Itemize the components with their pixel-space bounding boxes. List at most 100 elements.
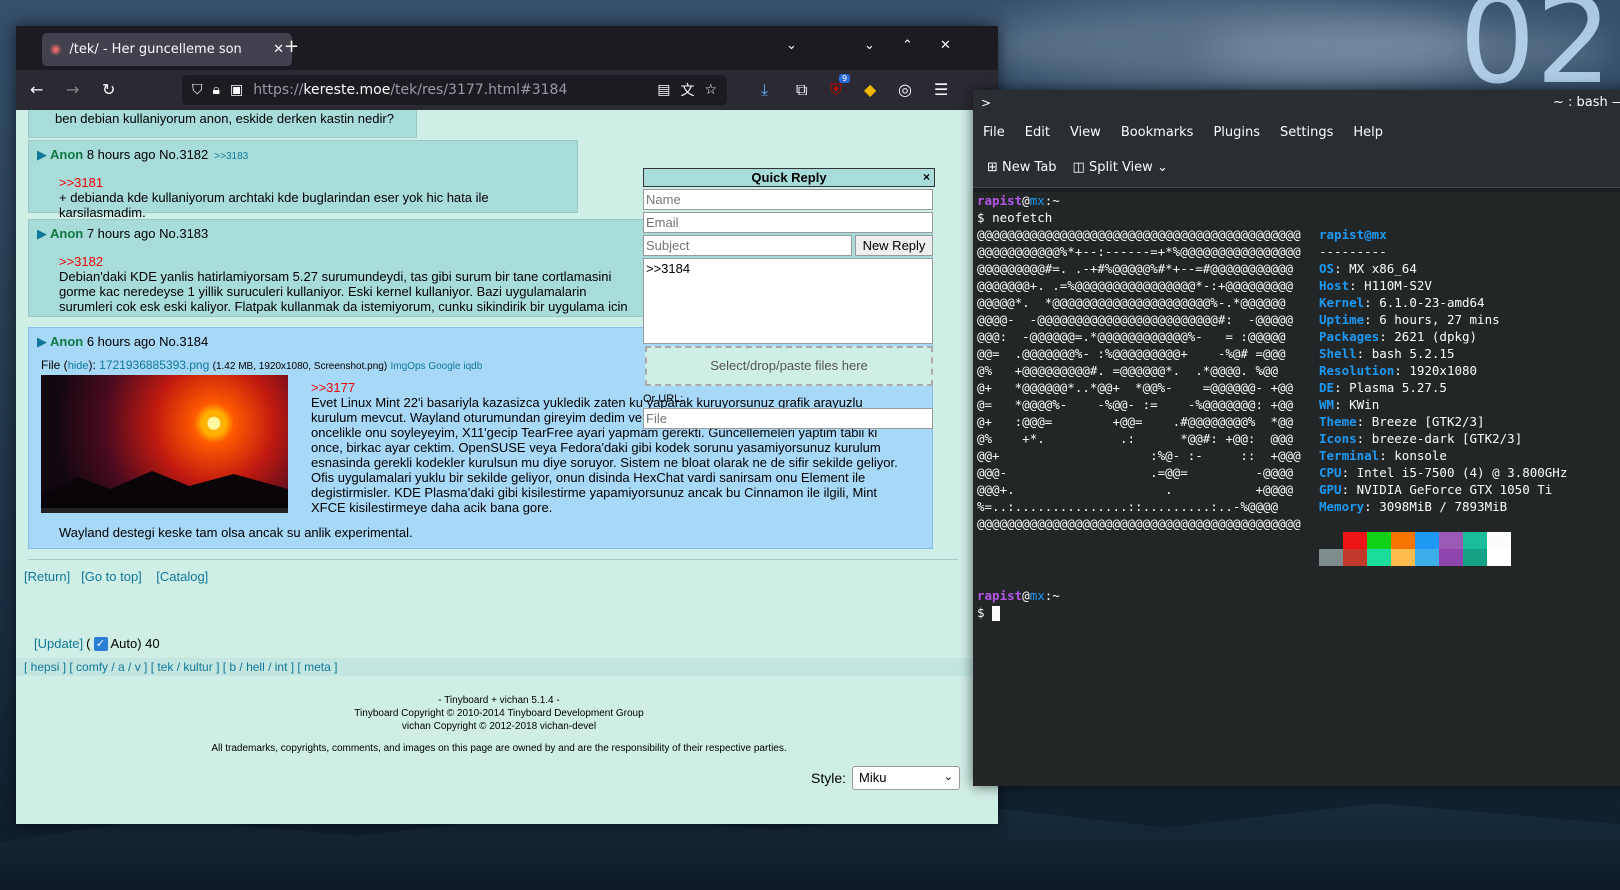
hide-file-link[interactable]: hide [68, 360, 89, 372]
color-swatch [1439, 549, 1463, 566]
addon-icon[interactable]: ◆ [864, 80, 876, 99]
color-swatch [1439, 532, 1463, 549]
desktop-widget-digits: 02 [1459, 0, 1612, 111]
info-row: Host: H110M-S2V [1319, 278, 1432, 293]
file-link[interactable]: 1721936885393.png [99, 358, 209, 372]
info-row: Icons: breeze-dark [GTK2/3] [1319, 431, 1523, 446]
menu-edit[interactable]: Edit [1015, 125, 1060, 140]
url-bar[interactable]: ⛉ 🔒︎ ▣ https://kereste.moe/tek/res/3177.… [182, 75, 727, 105]
menu-settings[interactable]: Settings [1270, 125, 1343, 140]
close-tab-icon[interactable]: ✕ [273, 42, 284, 57]
info-row: Kernel: 6.1.0-23-amd64 [1319, 295, 1485, 310]
ascii-line: @@@- .=@@= -@@@@ [977, 465, 1294, 480]
input-line[interactable]: $ [977, 604, 1001, 621]
close-window-icon[interactable]: ✕ [940, 38, 951, 53]
comment-field[interactable]: >>3184 [643, 258, 933, 344]
post-body: Debian'daki KDE yanlis hatirlamiyorsam 5… [59, 269, 628, 314]
post-arrow-icon[interactable]: ▶ [37, 226, 47, 241]
quote-link[interactable]: >>3182 [59, 254, 637, 269]
permissions-icon[interactable]: ▣ [230, 82, 243, 98]
file-drop-zone[interactable]: Select/drop/paste files here [645, 346, 933, 386]
shield-icon[interactable]: ⛉ [192, 82, 203, 98]
menu-view[interactable]: View [1060, 125, 1111, 140]
firefox-window: ◉ /tek/ - Her guncelleme son ✕ + ⌄ ⌄ ⌃ ✕… [16, 26, 998, 824]
url-text[interactable]: https://kereste.moe/tek/res/3177.html#31… [253, 82, 647, 98]
split-view-button[interactable]: ◫ Split View ⌄ [1073, 160, 1168, 175]
post-meta[interactable]: 8 hours ago No.3182 [87, 147, 208, 162]
style-select[interactable]: Miku ⌄ [852, 766, 960, 790]
list-tabs-icon[interactable]: ⌄ [786, 38, 797, 53]
ascii-line: %=..:...............::.........:..-%@@@@ [977, 499, 1279, 514]
email-field[interactable] [643, 212, 933, 233]
bookmark-star-icon[interactable]: ☆ [704, 82, 717, 98]
color-swatch [1487, 549, 1511, 566]
ublock-icon[interactable]: ⛨ [830, 80, 842, 100]
info-row: OS: MX x86_64 [1319, 261, 1417, 276]
post-meta[interactable]: 6 hours ago No.3184 [87, 334, 208, 349]
forward-icon[interactable]: → [66, 80, 79, 99]
post-meta[interactable]: 7 hours ago No.3183 [87, 226, 208, 241]
new-reply-button[interactable]: New Reply [855, 235, 933, 256]
close-icon[interactable]: × [923, 169, 930, 186]
reload-icon[interactable]: ↻ [102, 80, 115, 99]
ublock-badge: 9 [839, 74, 851, 83]
catalog-link[interactable]: [Catalog] [156, 569, 208, 584]
backlink[interactable]: >>3183 [214, 151, 248, 162]
color-swatch-row [1319, 532, 1567, 549]
image-search-links[interactable]: ImgOps Google iqdb [391, 361, 483, 372]
board-list[interactable]: [ hepsi ] [ comfy / a / v ] [ tek / kult… [24, 660, 337, 674]
return-link[interactable]: [Return] [24, 569, 70, 584]
menu-file[interactable]: File [973, 125, 1015, 140]
lock-icon[interactable]: 🔒︎ [213, 82, 220, 98]
tab-bar: ◉ /tek/ - Her guncelleme son ✕ + ⌄ ⌄ ⌃ ✕ [16, 26, 998, 70]
menu-bookmarks[interactable]: Bookmarks [1111, 125, 1204, 140]
ascii-line: @@@@@*. *@@@@@@@@@@@@@@@@@@@@@%-.*@@@@@@ [977, 295, 1286, 310]
extensions-icon[interactable]: ⧉ [796, 80, 807, 100]
go-to-top-link[interactable]: [Go to top] [81, 569, 142, 584]
reader-view-icon[interactable]: ▤ [657, 82, 670, 98]
menu-help[interactable]: Help [1343, 125, 1393, 140]
menu-icon[interactable]: ☰ [934, 80, 948, 99]
ascii-line: @@@@@@@@@@@@@@@@@@@@@@@@@@@@@@@@@@@@@@@@… [977, 227, 1301, 242]
menu-plugins[interactable]: Plugins [1203, 125, 1270, 140]
post-arrow-icon[interactable]: ▶ [37, 334, 47, 349]
info-row: Shell: bash 5.2.15 [1319, 346, 1455, 361]
info-row: Terminal: konsole [1319, 448, 1447, 463]
quick-reply-form: Quick Reply× New Reply >>3184 Select/dro… [643, 168, 935, 436]
downloads-icon[interactable]: ⤓ [761, 80, 768, 100]
name-field[interactable] [643, 189, 933, 210]
color-swatch [1415, 532, 1439, 549]
konsole-titlebar: > ~ : bash — [973, 90, 1620, 116]
info-row: WM: KWin [1319, 397, 1380, 412]
new-tab-icon[interactable]: + [284, 36, 299, 57]
ascii-line: @+ :@@@= +@@= .#@@@@@@@@% *@@ [977, 414, 1294, 429]
ascii-line: @% +@@@@@@@@@#. =@@@@@@*. .*@@@@. %@@ [977, 363, 1279, 378]
info-row: Memory: 3098MiB / 7893MiB [1319, 499, 1508, 514]
subject-field[interactable] [643, 235, 852, 256]
update-link[interactable]: [Update] [34, 636, 83, 651]
terminal-output[interactable]: rapist@mx:~ $ neofetch @@@@@@@@@@@@@@@@@… [973, 192, 1620, 786]
konsole-app-icon[interactable]: > [981, 90, 991, 116]
new-tab-button[interactable]: ⊞ New Tab [987, 160, 1057, 175]
file-url-field[interactable] [643, 408, 933, 429]
browser-tab[interactable]: ◉ /tek/ - Her guncelleme son ✕ [42, 33, 292, 66]
maximize-icon[interactable]: ⌃ [902, 38, 913, 53]
quote-link[interactable]: >>3181 [59, 175, 569, 190]
prompt-line-2: rapist@mx:~ [977, 588, 1060, 603]
chevron-down-icon: ⌄ [943, 771, 953, 783]
post-thumbnail[interactable] [41, 375, 288, 513]
translate-icon[interactable]: 文 [680, 80, 694, 100]
tab-favicon: ◉ [50, 42, 62, 57]
page-content: ben debian kullaniyorum anon, eskide der… [16, 110, 982, 824]
color-swatch [1487, 532, 1511, 549]
info-row: DE: Plasma 5.27.5 [1319, 380, 1447, 395]
ascii-line: @+ *@@@@@@*..*@@+ *@@%- =@@@@@@- +@@ [977, 380, 1294, 395]
konsole-window: > ~ : bash — File Edit View Bookmarks Pl… [973, 90, 1620, 786]
auto-update-checkbox[interactable]: ✓ [93, 636, 108, 651]
new-tab-icon: ⊞ [987, 160, 998, 175]
privacy-addon-icon[interactable]: ◎ [898, 80, 912, 99]
quick-reply-header[interactable]: Quick Reply × [643, 168, 935, 187]
post-arrow-icon[interactable]: ▶ [37, 147, 47, 162]
back-icon[interactable]: ← [30, 80, 43, 99]
minimize-icon[interactable]: ⌄ [864, 38, 875, 53]
